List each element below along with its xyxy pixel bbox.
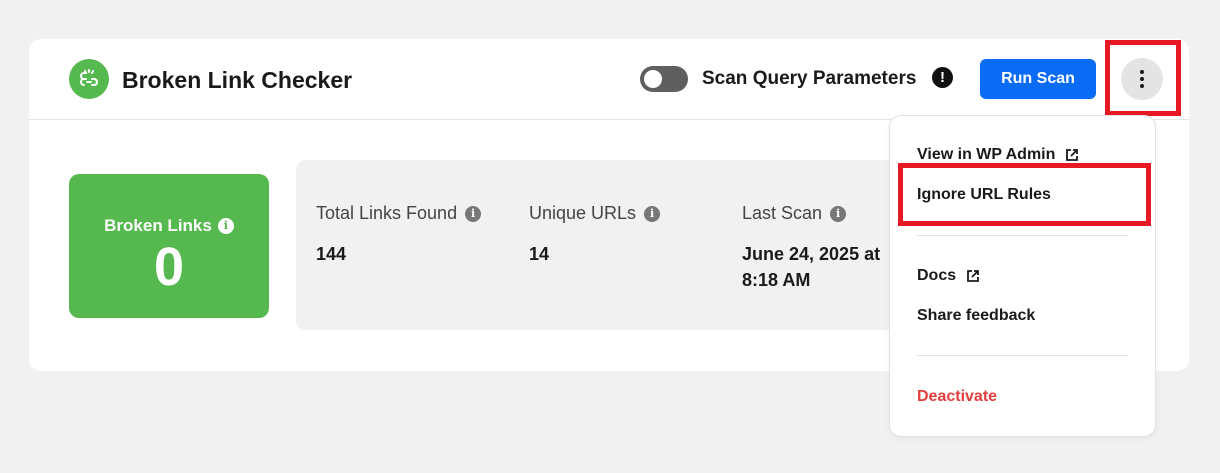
info-icon[interactable]: i <box>644 205 661 222</box>
page-title: Broken Link Checker <box>122 67 353 93</box>
scan-query-parameters-label: Scan Query Parameters <box>702 68 917 89</box>
stat-label: Unique URLs <box>529 203 637 223</box>
menu-divider <box>917 355 1128 356</box>
broken-links-label: Broken Links <box>104 216 212 235</box>
annotation-highlight-ignore-url-rules <box>898 163 1151 226</box>
info-icon[interactable]: i <box>830 205 847 222</box>
menu-divider <box>917 235 1128 236</box>
info-icon[interactable]: i <box>217 218 234 234</box>
stat-label-row: Last Scan i <box>742 203 847 224</box>
stat-label-row: Unique URLs i <box>529 203 661 224</box>
scan-stats-panel: Total Links Found i 144 Unique URLs i 14… <box>296 160 916 330</box>
scan-query-parameters-toggle[interactable] <box>640 66 688 92</box>
external-link-icon <box>1066 149 1079 161</box>
toggle-knob <box>644 70 662 88</box>
stat-value: 144 <box>316 244 347 264</box>
info-icon[interactable]: i <box>465 205 482 222</box>
stat-value: 14 <box>529 244 550 264</box>
menu-item-label: Docs <box>917 267 957 284</box>
broken-link-icon <box>69 59 109 99</box>
exclamation-icon[interactable]: ! <box>932 67 953 88</box>
menu-item-label: Deactivate <box>917 388 998 405</box>
menu-item-label: View in WP Admin <box>917 146 1056 163</box>
menu-item-docs[interactable]: Docs <box>917 266 980 286</box>
menu-item-view-in-wp-admin[interactable]: View in WP Admin <box>917 145 1079 165</box>
broken-links-count: 0 <box>153 237 185 297</box>
broken-links-summary: Broken Links i 0 <box>69 174 269 318</box>
menu-item-share-feedback[interactable]: Share feedback <box>917 306 1035 326</box>
broken-links-label-row: Broken Links i <box>69 216 269 236</box>
stat-label: Total Links Found <box>316 203 458 223</box>
card-header: Broken Link Checker Scan Query Parameter… <box>29 39 1189 120</box>
stat-label: Last Scan <box>742 203 823 223</box>
kebab-icon[interactable] <box>1121 58 1163 100</box>
menu-item-deactivate[interactable]: Deactivate <box>917 387 997 407</box>
external-link-icon <box>967 270 980 282</box>
stat-label-row: Total Links Found i <box>316 203 482 224</box>
menu-item-label: Share feedback <box>917 307 1036 324</box>
stat-value: June 24, 2025 at 8:18 AM <box>742 244 881 290</box>
run-scan-button[interactable]: Run Scan <box>980 59 1096 99</box>
